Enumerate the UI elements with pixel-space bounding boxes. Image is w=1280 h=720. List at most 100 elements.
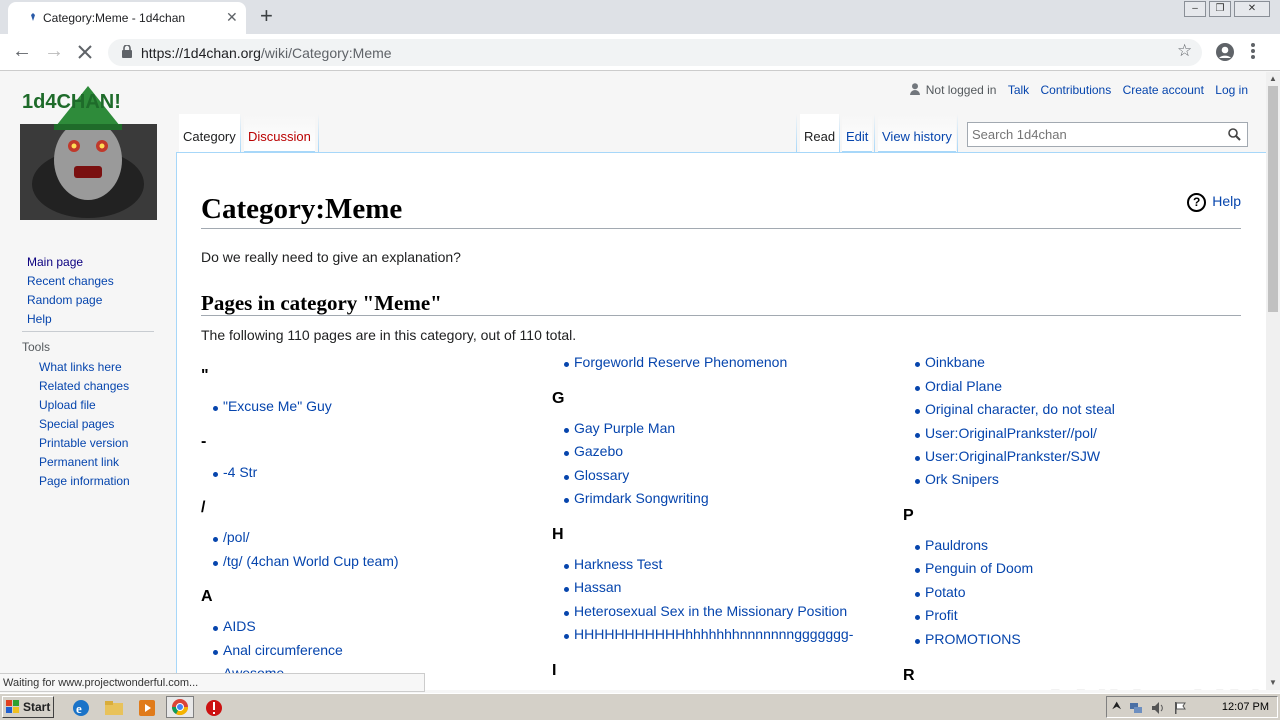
category-page-link[interactable]: Hassan — [563, 579, 621, 595]
log-in-link[interactable]: Log in — [1215, 83, 1248, 97]
search-box[interactable] — [967, 122, 1248, 147]
start-button[interactable]: Start — [2, 696, 54, 718]
category-page-link[interactable]: Gay Purple Man — [563, 420, 675, 436]
category-page-link[interactable]: Grimdark Songwriting — [564, 490, 709, 506]
back-icon[interactable]: ← — [12, 39, 32, 63]
tool-upload-file[interactable]: Upload file — [39, 398, 96, 412]
category-page-link[interactable]: PROMOTIONS — [915, 631, 1021, 647]
chrome-icon — [171, 699, 189, 716]
title-divider — [201, 228, 1241, 229]
sidebar-link-random-page[interactable]: Random page — [27, 293, 102, 307]
tab-separator — [874, 114, 875, 152]
browser-tab[interactable]: Category:Meme - 1d4chan ✕ — [8, 2, 246, 34]
user-icon — [910, 83, 921, 95]
category-page-link[interactable]: -4 Str — [212, 464, 257, 480]
tab-discussion[interactable]: Discussion — [244, 114, 315, 152]
group-heading: I — [552, 662, 557, 679]
tab-view-history[interactable]: View history — [878, 114, 956, 152]
page-title: Category:Meme — [201, 193, 403, 225]
search-input[interactable] — [972, 127, 1222, 142]
tool-page-information[interactable]: Page information — [39, 474, 130, 488]
category-page-link[interactable]: User:OriginalPrankster//pol/ — [915, 425, 1097, 441]
help-link[interactable]: ? Help — [1187, 193, 1241, 212]
tab-title: Category:Meme - 1d4chan — [43, 11, 186, 25]
category-page-link[interactable]: Harkness Test — [563, 556, 662, 572]
forward-icon[interactable]: → — [44, 39, 64, 63]
tab-category[interactable]: Category — [179, 114, 240, 152]
tool-what-links-here[interactable]: What links here — [39, 360, 122, 374]
tab-separator — [240, 114, 241, 152]
category-page-link[interactable]: Ork Snipers — [915, 471, 999, 487]
talk-link[interactable]: Talk — [1008, 83, 1029, 97]
restore-window-icon[interactable]: ❐ — [1209, 1, 1231, 17]
tool-special-pages[interactable]: Special pages — [39, 417, 114, 431]
action-center-flag-icon[interactable] — [1173, 701, 1187, 715]
category-page-link[interactable]: Ordial Plane — [914, 378, 1002, 394]
scroll-up-icon[interactable]: ▲ — [1269, 74, 1277, 83]
category-page-link[interactable]: Penguin of Doom — [914, 560, 1033, 576]
category-page-link[interactable]: "Excuse Me" Guy — [213, 398, 332, 414]
group-heading: " — [201, 367, 209, 384]
tool-printable-version[interactable]: Printable version — [39, 436, 128, 450]
category-page-link[interactable]: Gazebo — [563, 443, 623, 459]
profile-icon[interactable] — [1215, 42, 1235, 62]
url-text: https://1d4chan.org/wiki/Category:Meme — [141, 45, 392, 61]
search-icon[interactable] — [1228, 128, 1241, 141]
network-icon[interactable] — [1129, 701, 1143, 715]
sidebar-link-recent-changes[interactable]: Recent changes — [27, 274, 114, 288]
category-page-link[interactable]: Glossary — [563, 467, 629, 483]
tab-separator — [839, 114, 840, 152]
category-page-link[interactable]: Potato — [914, 584, 965, 600]
minimize-window-icon[interactable]: – — [1184, 1, 1206, 17]
category-page-link[interactable]: Original character, do not steal — [915, 401, 1115, 417]
category-page-link[interactable]: /tg/ (4chan World Cup team) — [213, 553, 399, 569]
group-heading: P — [903, 507, 914, 524]
tool-permanent-link[interactable]: Permanent link — [39, 455, 119, 469]
category-page-link[interactable]: Oinkbane — [915, 354, 985, 370]
sidebar-link-main-page[interactable]: Main page — [27, 255, 83, 269]
site-logo[interactable]: 1d4CHAN! — [20, 84, 157, 220]
windows-logo-icon — [6, 700, 19, 713]
tool-related-changes[interactable]: Related changes — [39, 379, 129, 393]
file-explorer-icon[interactable] — [103, 697, 125, 719]
category-page-link[interactable]: Pauldrons — [914, 537, 988, 553]
create-account-link[interactable]: Create account — [1123, 83, 1204, 97]
internet-explorer-icon[interactable]: e — [70, 697, 92, 719]
system-tray: ⮝ 12:07 PM — [1106, 696, 1278, 718]
group-heading: H — [552, 526, 564, 543]
category-page-link[interactable]: Forgeworld Reserve Phenomenon — [563, 354, 787, 370]
chrome-taskbar-button[interactable] — [166, 696, 194, 718]
scroll-thumb[interactable] — [1268, 86, 1278, 312]
sidebar-link-help[interactable]: Help — [27, 312, 52, 326]
category-page-link[interactable]: AIDS — [213, 618, 256, 634]
category-page-link[interactable]: /pol/ — [212, 529, 249, 545]
category-page-link[interactable]: Heterosexual Sex in the Missionary Posit… — [563, 603, 847, 619]
stop-sign-icon[interactable] — [203, 697, 225, 719]
close-tab-icon[interactable]: ✕ — [226, 9, 238, 26]
group-heading: / — [201, 499, 206, 516]
tab-edit[interactable]: Edit — [842, 114, 873, 152]
category-page-link[interactable]: HHHHHHHHHHHhhhhhhhnnnnnnnggggggg- — [563, 626, 853, 642]
taskbar-clock[interactable]: 12:07 PM — [1222, 701, 1269, 713]
category-page-link[interactable]: Anal circumference — [213, 642, 343, 658]
category-page-link[interactable]: Profit — [915, 607, 958, 623]
address-bar[interactable]: https://1d4chan.org/wiki/Category:Meme ☆ — [108, 39, 1202, 66]
tab-separator — [796, 114, 797, 152]
new-tab-button[interactable]: + — [260, 4, 273, 28]
contributions-link[interactable]: Contributions — [1041, 83, 1112, 97]
status-bubble: Waiting for www.projectwonderful.com... — [0, 673, 425, 692]
svg-text:e: e — [76, 701, 82, 716]
category-page-link[interactable]: User:OriginalPrankster/SJW — [914, 448, 1100, 464]
page-scrollbar[interactable]: ▲ ▼ — [1266, 72, 1280, 690]
tray-expand-icon[interactable]: ⮝ — [1112, 700, 1121, 713]
scroll-down-icon[interactable]: ▼ — [1269, 678, 1277, 687]
tab-strip: Category:Meme - 1d4chan ✕ + – ❐ ✕ — [0, 0, 1280, 34]
stop-loading-icon[interactable] — [77, 44, 93, 60]
page-viewport: 1d4CHAN! Main page Recent changes Random… — [0, 72, 1266, 690]
browser-menu-icon[interactable] — [1251, 43, 1255, 61]
bookmark-star-icon[interactable]: ☆ — [1177, 41, 1192, 61]
volume-icon[interactable] — [1151, 701, 1165, 715]
close-window-icon[interactable]: ✕ — [1234, 1, 1270, 17]
tab-read[interactable]: Read — [800, 114, 840, 152]
media-player-icon[interactable] — [136, 697, 158, 719]
